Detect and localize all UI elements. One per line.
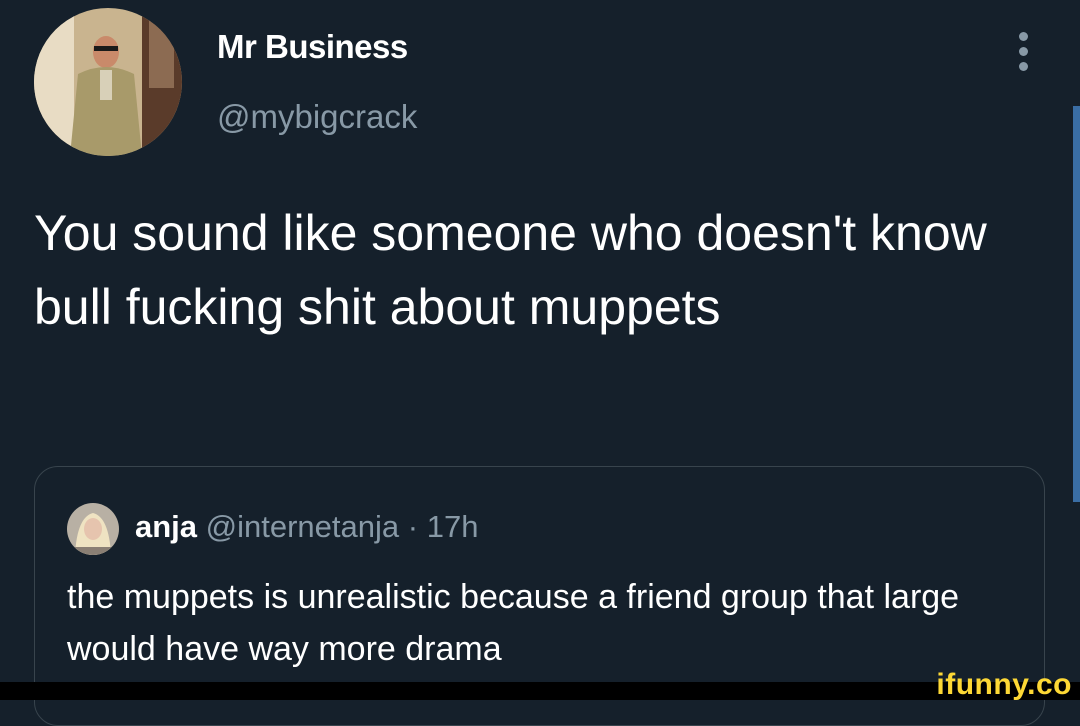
- watermark-bar: [0, 682, 1080, 700]
- author-display-name[interactable]: Mr Business: [217, 28, 408, 66]
- quoted-author-handle[interactable]: @internetanja: [206, 509, 399, 544]
- more-options-button[interactable]: [1010, 30, 1038, 74]
- scroll-indicator: [1073, 106, 1080, 502]
- more-vertical-icon: [1019, 32, 1028, 41]
- more-vertical-icon-dot: [1019, 47, 1028, 56]
- more-vertical-icon-dot: [1019, 62, 1028, 71]
- tweet-text: You sound like someone who doesn't know …: [34, 205, 987, 335]
- quoted-tweet-text: the muppets is unrealistic because a fri…: [67, 578, 960, 668]
- quoted-author-avatar-photo: [67, 503, 119, 555]
- quoted-author-display-name[interactable]: anja: [135, 509, 197, 544]
- author-avatar[interactable]: [34, 8, 182, 156]
- quoted-tweet-timestamp[interactable]: 17h: [427, 509, 479, 544]
- quoted-tweet-header: anja @internetanja · 17h: [135, 509, 478, 545]
- author-handle[interactable]: @mybigcrack: [217, 98, 417, 136]
- quoted-header-separator: ·: [407, 509, 419, 544]
- quoted-author-avatar[interactable]: [67, 503, 119, 555]
- author-avatar-photo: [34, 8, 182, 156]
- ifunny-watermark: ifunny.co: [936, 668, 1072, 701]
